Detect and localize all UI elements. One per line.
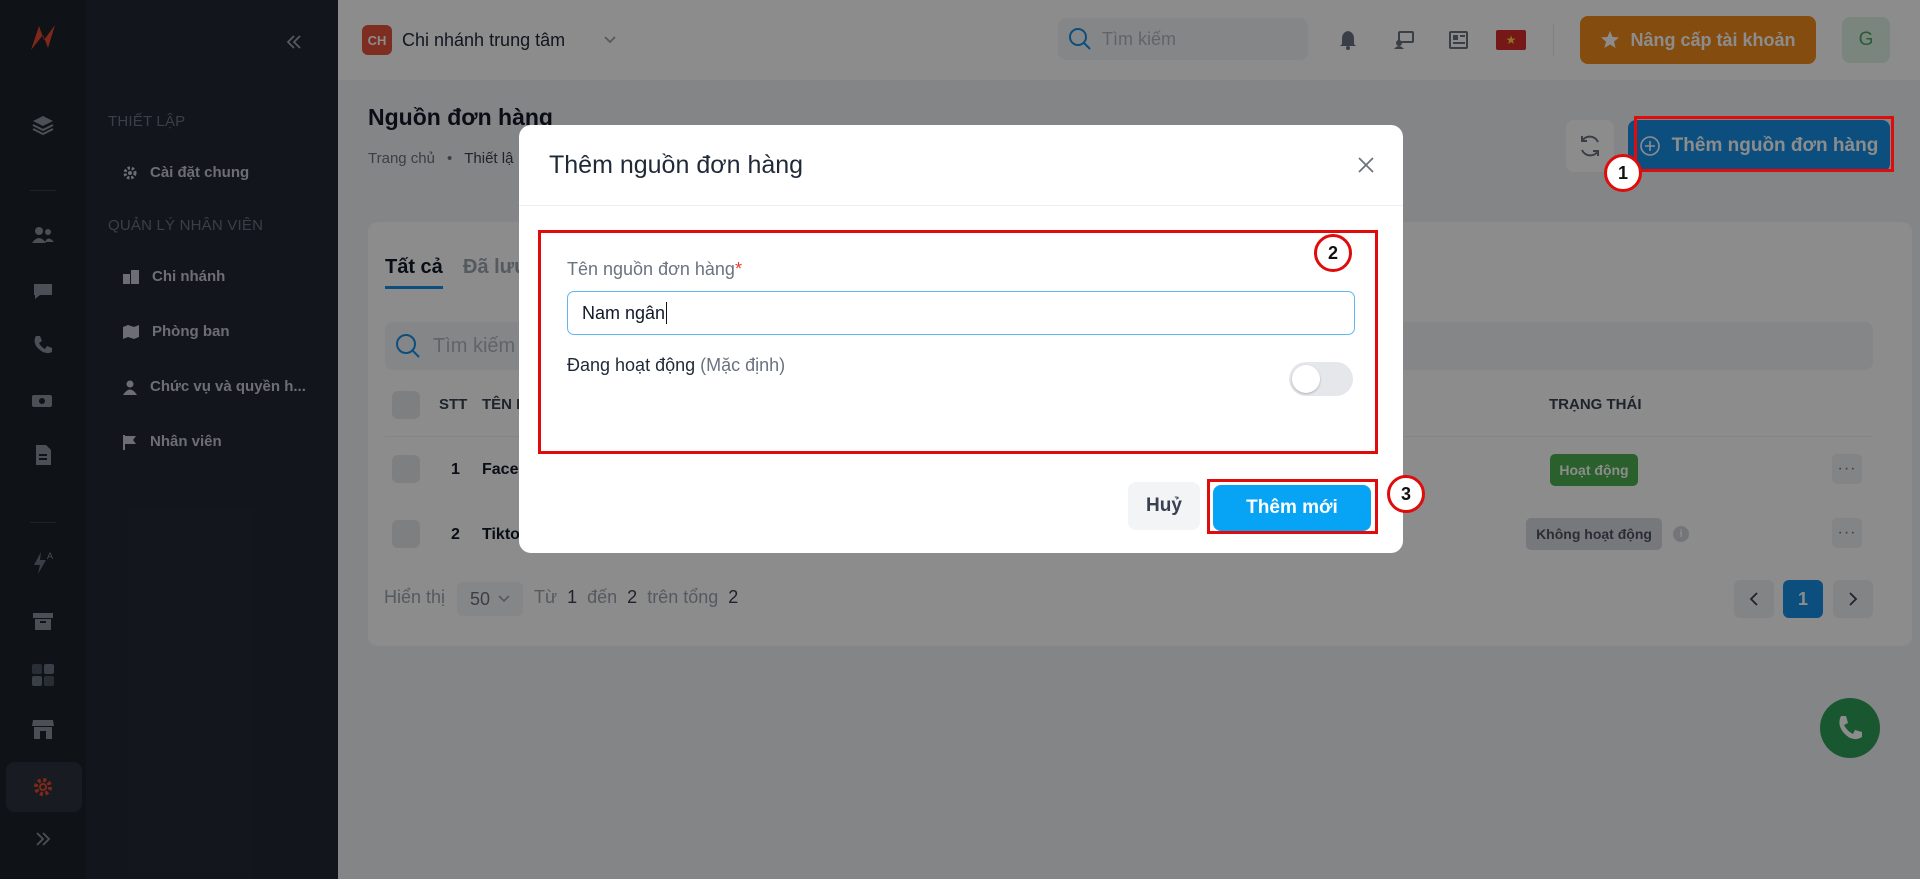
annotation-number-3: 3 [1387, 475, 1425, 513]
cancel-button[interactable]: Huỷ [1128, 482, 1200, 530]
annotation-number-2: 2 [1314, 234, 1352, 272]
annotation-number-1: 1 [1604, 154, 1642, 192]
annotation-box-3 [1207, 479, 1378, 534]
annotation-box-2 [538, 230, 1378, 454]
modal-title: Thêm nguồn đơn hàng [549, 151, 804, 179]
close-icon[interactable] [1354, 153, 1378, 177]
annotation-box-1 [1634, 116, 1894, 172]
